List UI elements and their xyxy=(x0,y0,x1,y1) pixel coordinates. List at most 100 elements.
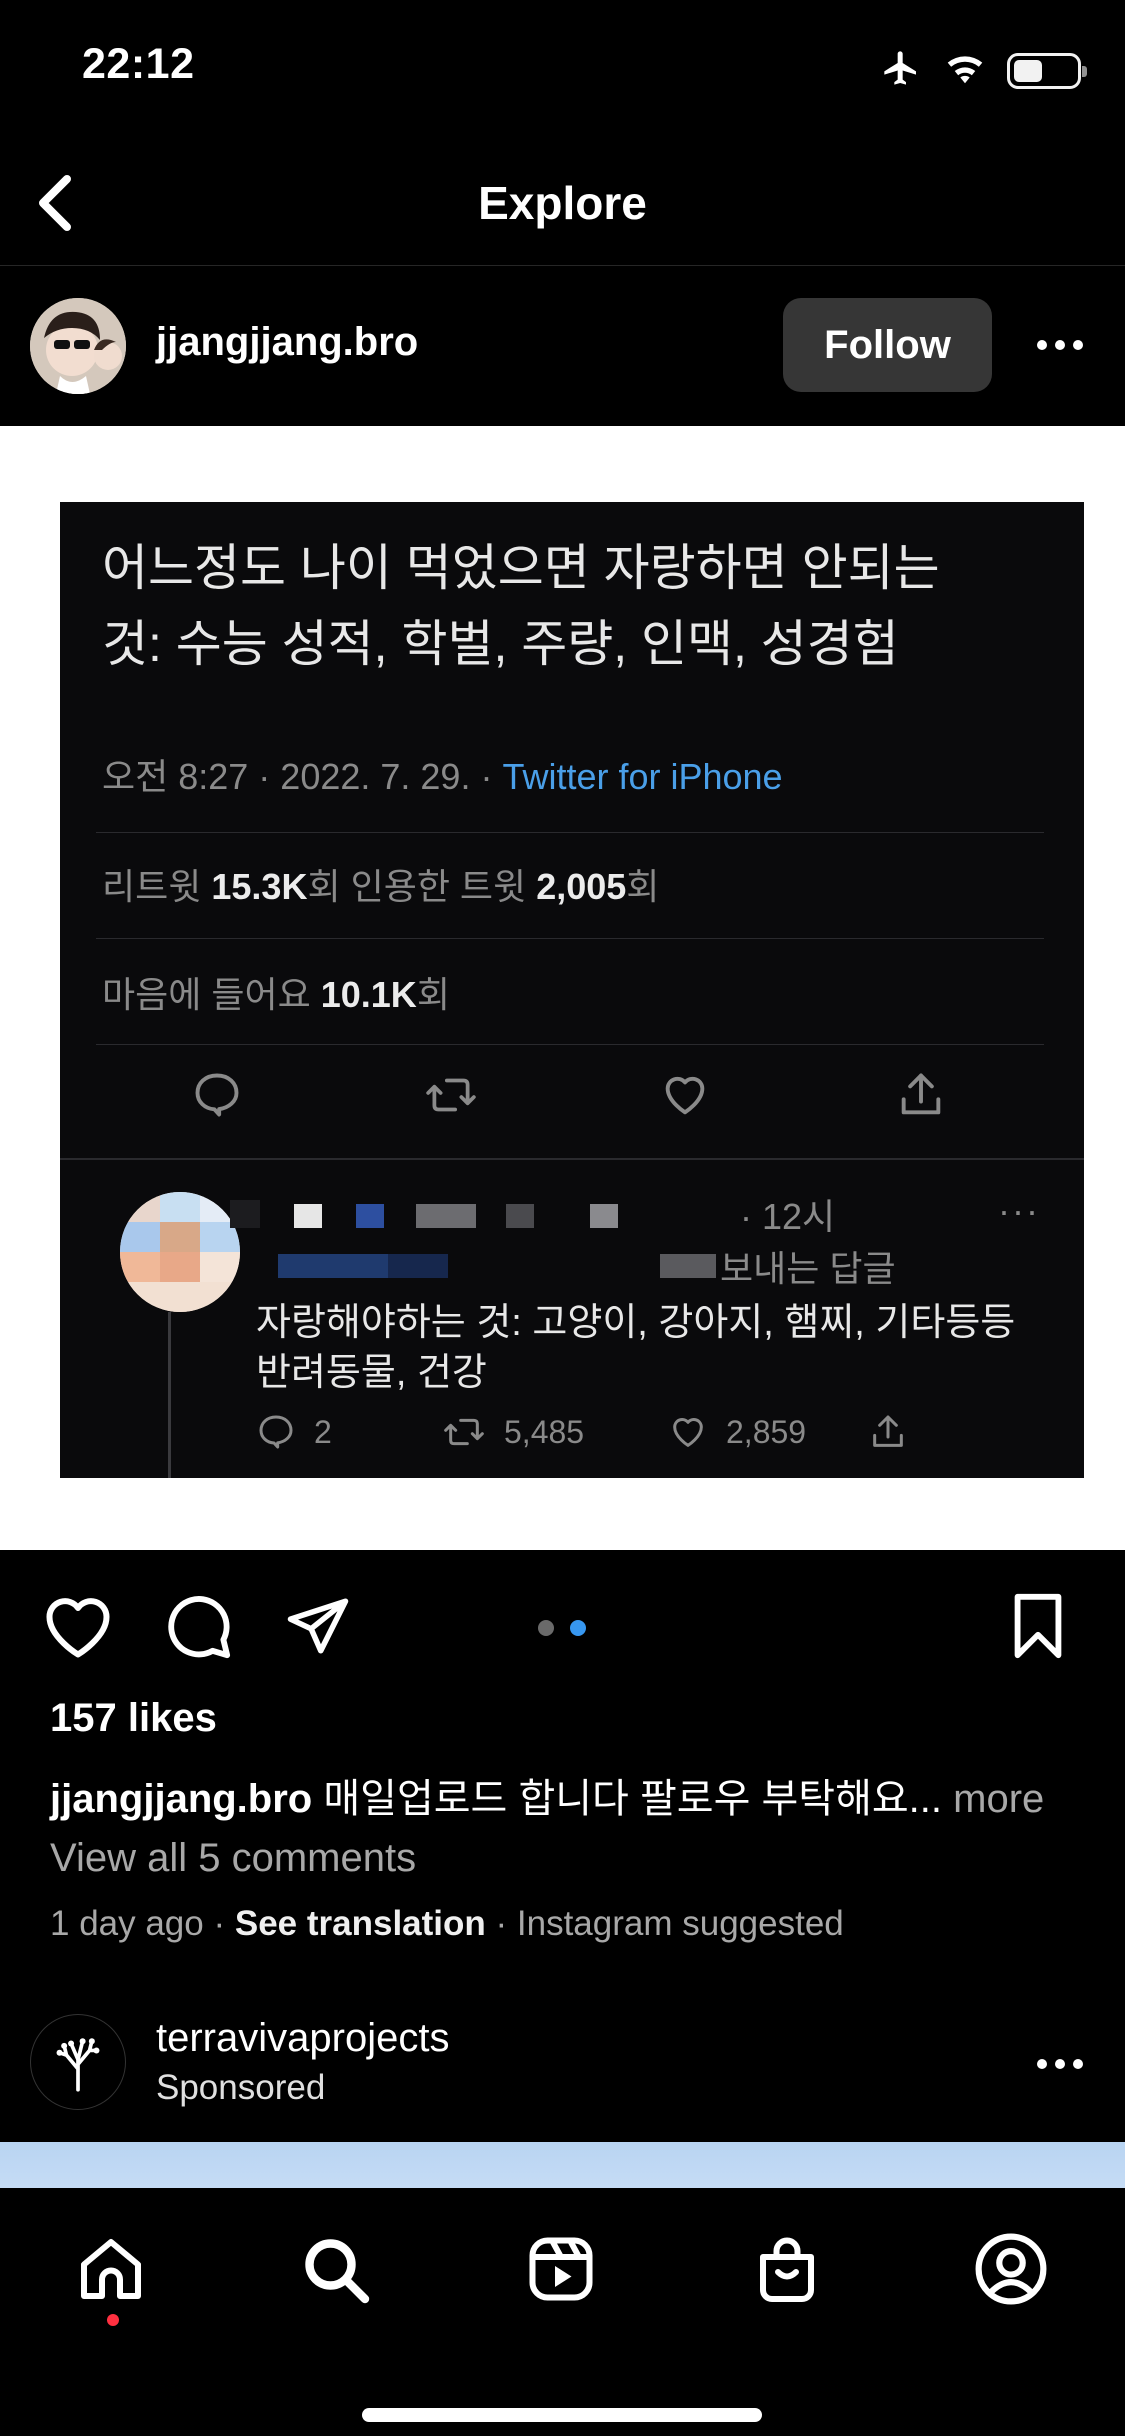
home-icon xyxy=(81,2239,141,2299)
tab-home[interactable] xyxy=(66,2224,156,2314)
count: 2,859 xyxy=(726,1413,807,1450)
airplane-icon xyxy=(879,48,923,93)
reply-text: 자랑해야하는 것: 고양이, 강아지, 햄찌, 기타등등 반려동물, 건강 xyxy=(256,1298,1056,1398)
status-icons xyxy=(879,48,1087,93)
post-username[interactable]: jjangjjang.bro xyxy=(156,320,418,365)
sponsor-username[interactable]: terravivaprojects xyxy=(156,2016,449,2061)
stat-value: 2,005 xyxy=(536,866,627,907)
post-action-bar xyxy=(0,1550,1125,1690)
reply-text-line: 자랑해야하는 것: 고양이, 강아지, 햄찌, 기타등등 xyxy=(256,1302,1016,1344)
caption-more-link[interactable]: more xyxy=(942,1777,1044,1821)
pixelated-username xyxy=(356,1204,384,1228)
post-header: jjangjjang.bro Follow xyxy=(0,266,1125,426)
stat-label: 마음에 들어요 xyxy=(102,974,321,1015)
tweet-like-stats: 마음에 들어요 10.1K회 xyxy=(102,966,450,1018)
tweet-source: Twitter for iPhone xyxy=(502,756,783,797)
carousel-dot-active xyxy=(570,1620,586,1636)
count: 5,485 xyxy=(504,1413,585,1450)
separator: · xyxy=(485,1904,517,1943)
tab-shop[interactable] xyxy=(742,2224,832,2314)
caption: jjangjjang.bro 매일업로드 합니다 팔로우 부탁해요... mor… xyxy=(50,1766,1044,1824)
reply-like-count: 2,859 xyxy=(668,1412,868,1452)
like-button[interactable] xyxy=(38,1586,118,1666)
suggested-label: Instagram suggested xyxy=(516,1904,844,1943)
post-time: 1 day ago xyxy=(50,1904,204,1943)
tweet-text-line: 어느정도 나이 먹었으면 자랑하면 안되는 xyxy=(102,540,940,596)
follow-button[interactable]: Follow xyxy=(783,298,992,392)
divider xyxy=(96,938,1044,939)
reply-actions: 2 5,485 2,859 xyxy=(256,1412,908,1452)
pixelated-username xyxy=(506,1204,534,1228)
pixelated-username xyxy=(294,1204,322,1228)
pixelated-avatar xyxy=(120,1192,240,1312)
separator: · xyxy=(203,1904,235,1943)
tweet-retweet-icon xyxy=(424,1068,478,1122)
retweet-icon xyxy=(444,1418,484,1446)
stat-value: 10.1K xyxy=(320,974,417,1015)
view-comments-link[interactable]: View all 5 comments xyxy=(50,1836,416,1881)
reply-text-line: 반려동물, 건강 xyxy=(256,1352,487,1394)
more-horizontal-icon xyxy=(1037,2059,1083,2069)
tweet-share-icon xyxy=(894,1068,948,1122)
stat-value: 15.3K xyxy=(211,866,308,907)
tweet-reply: · 12시 보내는 답글 ··· 자랑해야하는 것: 고양이, 강아지, 햄찌,… xyxy=(60,1162,1084,1478)
tweet-time: 오전 8:27 · 2022. 7. 29. · xyxy=(102,756,503,797)
tweet-reply-icon xyxy=(190,1068,244,1122)
battery-icon xyxy=(1007,52,1087,89)
carousel-indicator xyxy=(538,1620,586,1636)
status-time: 22:12 xyxy=(82,40,195,88)
see-translation-link[interactable]: See translation xyxy=(235,1904,486,1943)
tree-logo-icon xyxy=(56,2038,100,2092)
caption-username[interactable]: jjangjjang.bro xyxy=(50,1777,312,1821)
reply-retweet-count: 5,485 xyxy=(442,1412,668,1452)
shop-icon xyxy=(760,2237,814,2302)
heart-icon xyxy=(673,1418,703,1447)
sponsor-more-button[interactable] xyxy=(1030,2044,1090,2084)
comment-icon xyxy=(259,1415,293,1449)
share-button[interactable] xyxy=(278,1586,358,1666)
nav-header: Explore xyxy=(0,140,1125,266)
comment-button[interactable] xyxy=(158,1586,238,1666)
stat-label: 리트윗 xyxy=(102,866,212,907)
pixelated-username xyxy=(416,1204,476,1228)
tweet-actions xyxy=(60,1042,1084,1142)
avatar-image xyxy=(30,298,126,394)
avatar[interactable] xyxy=(30,298,126,394)
home-notification-dot xyxy=(107,2314,119,2326)
reply-comment-count: 2 xyxy=(256,1412,442,1452)
pixelated-username xyxy=(590,1204,618,1228)
page-title: Explore xyxy=(478,177,647,229)
status-bar: 22:12 xyxy=(0,0,1125,140)
count: 2 xyxy=(314,1413,332,1450)
thread-line xyxy=(168,1312,171,1478)
wifi-icon xyxy=(943,50,987,91)
sponsored-media[interactable] xyxy=(0,2142,1125,2188)
profile-icon xyxy=(975,2233,1047,2305)
stat-label: 회 xyxy=(416,974,450,1015)
tweet-retweet-stats: 리트윗 15.3K회 인용한 트윗 2,005회 xyxy=(102,858,659,910)
reply-time: · 12시 xyxy=(740,1196,836,1237)
sponsored-label: Sponsored xyxy=(156,2068,326,2107)
caption-text: 매일업로드 합니다 팔로우 부탁해요... xyxy=(312,1777,943,1821)
likes-count[interactable]: 157 likes xyxy=(50,1696,217,1741)
reply-share xyxy=(868,1412,908,1452)
tab-search[interactable] xyxy=(290,2224,380,2314)
pixelated-username xyxy=(660,1254,716,1278)
pixelated-username xyxy=(278,1254,388,1278)
reels-icon xyxy=(529,2237,593,2301)
tab-profile[interactable] xyxy=(966,2224,1056,2314)
comment-icon xyxy=(168,1596,231,1659)
post-meta: 1 day ago · See translation · Instagram … xyxy=(50,1904,844,1944)
stat-label: 회 xyxy=(626,866,660,907)
stat-label: 회 인용한 트윗 xyxy=(307,866,537,907)
save-button[interactable] xyxy=(998,1586,1078,1666)
tweet-timestamp: 오전 8:27 · 2022. 7. 29. · Twitter for iPh… xyxy=(102,748,783,800)
tweet-text-line: 것: 수능 성적, 학벌, 주량, 인맥, 성경험 xyxy=(102,616,899,672)
post-media[interactable]: 어느정도 나이 먹었으면 자랑하면 안되는 것: 수능 성적, 학벌, 주량, … xyxy=(0,426,1125,1550)
sponsor-avatar[interactable] xyxy=(30,2014,126,2110)
more-horizontal-icon xyxy=(1037,340,1083,350)
tweet-screenshot: 어느정도 나이 먹었으면 자랑하면 안되는 것: 수능 성적, 학벌, 주량, … xyxy=(60,502,1084,1478)
tweet-like-icon xyxy=(658,1068,712,1122)
tab-reels[interactable] xyxy=(516,2224,606,2314)
post-more-button[interactable] xyxy=(1030,320,1090,370)
